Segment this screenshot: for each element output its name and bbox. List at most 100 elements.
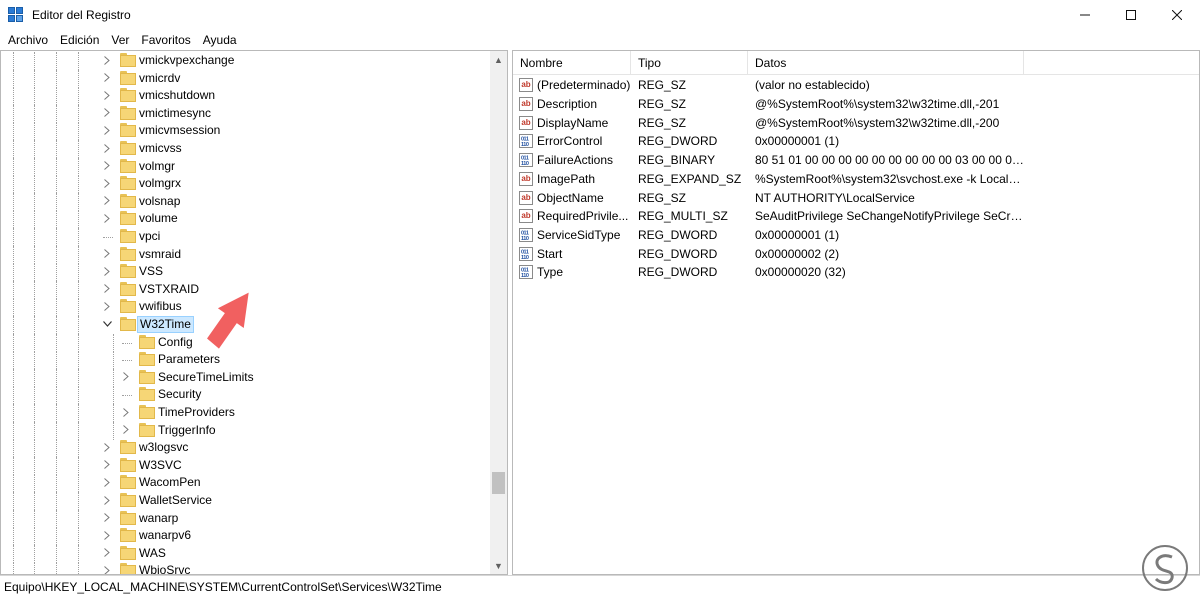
- value-row[interactable]: 011 110 Type REG_DWORD 0x00000020 (32): [513, 263, 1199, 282]
- chevron-right-icon[interactable]: [101, 564, 113, 574]
- menu-ayuda[interactable]: Ayuda: [197, 30, 243, 50]
- minimize-button[interactable]: [1062, 0, 1108, 30]
- chevron-right-icon[interactable]: [101, 89, 113, 101]
- tree-item[interactable]: TriggerInfo: [1, 421, 491, 440]
- tree-item-label[interactable]: volume: [137, 210, 180, 227]
- tree-item[interactable]: WAS: [1, 544, 491, 563]
- tree-item-label[interactable]: vmictimesync: [137, 105, 213, 122]
- value-row[interactable]: ab ImagePath REG_EXPAND_SZ %SystemRoot%\sys…: [513, 170, 1199, 189]
- tree-item-label[interactable]: vmicvss: [137, 140, 184, 157]
- chevron-right-icon[interactable]: [101, 459, 113, 471]
- tree-item[interactable]: w3logsvc: [1, 439, 491, 458]
- column-header-name[interactable]: Nombre: [513, 51, 631, 75]
- tree-item-label[interactable]: vmicrdv: [137, 70, 182, 87]
- maximize-button[interactable]: [1108, 0, 1154, 30]
- tree-item[interactable]: volmgr: [1, 157, 491, 176]
- tree-item[interactable]: wanarpv6: [1, 527, 491, 546]
- scroll-up-arrow-icon[interactable]: ▲: [490, 51, 507, 68]
- tree-item-label[interactable]: WAS: [137, 545, 168, 562]
- chevron-right-icon[interactable]: [101, 300, 113, 312]
- tree-item[interactable]: WacomPen: [1, 474, 491, 493]
- chevron-right-icon[interactable]: [101, 476, 113, 488]
- tree-item[interactable]: vmicshutdown: [1, 87, 491, 106]
- tree-item[interactable]: SecureTimeLimits: [1, 368, 491, 387]
- chevron-right-icon[interactable]: [101, 494, 113, 506]
- tree-item-label[interactable]: volsnap: [137, 193, 182, 210]
- tree-item-label[interactable]: TimeProviders: [156, 404, 237, 421]
- value-row[interactable]: ab ObjectName REG_SZ NT AUTHORITY\LocalServ…: [513, 188, 1199, 207]
- chevron-right-icon[interactable]: [101, 177, 113, 189]
- tree-item[interactable]: VSS: [1, 263, 491, 282]
- tree-item-label[interactable]: volmgr: [137, 158, 177, 175]
- chevron-right-icon[interactable]: [101, 72, 113, 84]
- tree-item-label[interactable]: vmickvpexchange: [137, 52, 236, 69]
- value-row[interactable]: 011 110 ErrorControl REG_DWORD 0x00000001 (1…: [513, 132, 1199, 151]
- values-list-pane[interactable]: Nombre Tipo Datos ab (Predeterminado) REG_…: [512, 50, 1200, 575]
- tree-item-label[interactable]: Parameters: [156, 351, 222, 368]
- chevron-down-icon[interactable]: [101, 318, 113, 330]
- tree-item[interactable]: wanarp: [1, 509, 491, 528]
- tree-item-label[interactable]: W3SVC: [137, 457, 184, 474]
- tree-item[interactable]: volume: [1, 210, 491, 229]
- tree-item-label[interactable]: TriggerInfo: [156, 422, 218, 439]
- value-row[interactable]: 011 110 Start REG_DWORD 0x00000002 (2): [513, 244, 1199, 263]
- chevron-right-icon[interactable]: [101, 212, 113, 224]
- tree-item-label[interactable]: w3logsvc: [137, 439, 190, 456]
- tree-item[interactable]: vpci: [1, 228, 491, 246]
- tree-item[interactable]: vmicvmsession: [1, 122, 491, 141]
- tree-item[interactable]: volsnap: [1, 192, 491, 211]
- scrollbar-thumb[interactable]: [492, 472, 505, 494]
- value-row[interactable]: 011 110 ServiceSidType REG_DWORD 0x00000001 …: [513, 226, 1199, 245]
- chevron-right-icon[interactable]: [101, 265, 113, 277]
- value-row[interactable]: 011 110 FailureActions REG_BINARY 80 51 01 0…: [513, 151, 1199, 170]
- tree-item-label[interactable]: wanarp: [137, 510, 180, 527]
- chevron-right-icon[interactable]: [120, 371, 132, 383]
- menu-ver[interactable]: Ver: [105, 30, 135, 50]
- tree-item-label[interactable]: wanarpv6: [137, 527, 193, 544]
- menu-archivo[interactable]: Archivo: [2, 30, 54, 50]
- tree-item[interactable]: vmictimesync: [1, 104, 491, 123]
- tree-item[interactable]: TimeProviders: [1, 404, 491, 422]
- chevron-right-icon[interactable]: [101, 441, 113, 453]
- tree-item-label[interactable]: vwifibus: [137, 298, 184, 315]
- chevron-right-icon[interactable]: [101, 512, 113, 524]
- tree-scrollbar[interactable]: ▲ ▼: [490, 51, 507, 574]
- chevron-right-icon[interactable]: [101, 124, 113, 136]
- chevron-right-icon[interactable]: [101, 283, 113, 295]
- tree-item[interactable]: WbioSrvc: [1, 562, 491, 574]
- column-header-type[interactable]: Tipo: [631, 51, 748, 75]
- tree-item[interactable]: vmickvpexchange: [1, 52, 491, 70]
- tree-item[interactable]: vmicrdv: [1, 69, 491, 88]
- tree-item[interactable]: volmgrx: [1, 175, 491, 194]
- menu-edicion[interactable]: Edición: [54, 30, 105, 50]
- tree-item-label[interactable]: vmicvmsession: [137, 122, 222, 139]
- tree-item-label[interactable]: volmgrx: [137, 175, 183, 192]
- tree-item-label[interactable]: vmicshutdown: [137, 87, 217, 104]
- value-row[interactable]: ab Description REG_SZ @%SystemRoot%\system3…: [513, 95, 1199, 114]
- chevron-right-icon[interactable]: [101, 160, 113, 172]
- tree-item-label[interactable]: VSS: [137, 263, 165, 280]
- tree-item-label[interactable]: W32Time: [137, 316, 194, 333]
- close-button[interactable]: [1154, 0, 1200, 30]
- tree-item[interactable]: vsmraid: [1, 245, 491, 264]
- chevron-right-icon[interactable]: [101, 107, 113, 119]
- tree-item-label[interactable]: WbioSrvc: [137, 562, 192, 574]
- chevron-right-icon[interactable]: [101, 248, 113, 260]
- chevron-right-icon[interactable]: [101, 54, 113, 66]
- tree-item-label[interactable]: Security: [156, 386, 203, 403]
- tree-item[interactable]: W3SVC: [1, 456, 491, 475]
- column-header-data[interactable]: Datos: [748, 51, 1024, 75]
- tree-item-label[interactable]: WalletService: [137, 492, 214, 509]
- tree-item-label[interactable]: vpci: [137, 228, 162, 245]
- tree-item-label[interactable]: WacomPen: [137, 474, 203, 491]
- chevron-right-icon[interactable]: [101, 195, 113, 207]
- chevron-right-icon[interactable]: [101, 547, 113, 559]
- tree-item-label[interactable]: Config: [156, 334, 195, 351]
- value-row[interactable]: ab RequiredPrivile... REG_MULTI_SZ SeAuditP…: [513, 207, 1199, 226]
- tree-item[interactable]: Security: [1, 386, 491, 405]
- menu-favoritos[interactable]: Favoritos: [135, 30, 196, 50]
- tree-item[interactable]: Parameters: [1, 351, 491, 370]
- chevron-right-icon[interactable]: [120, 406, 132, 418]
- chevron-right-icon[interactable]: [120, 424, 132, 436]
- tree-item[interactable]: vmicvss: [1, 140, 491, 158]
